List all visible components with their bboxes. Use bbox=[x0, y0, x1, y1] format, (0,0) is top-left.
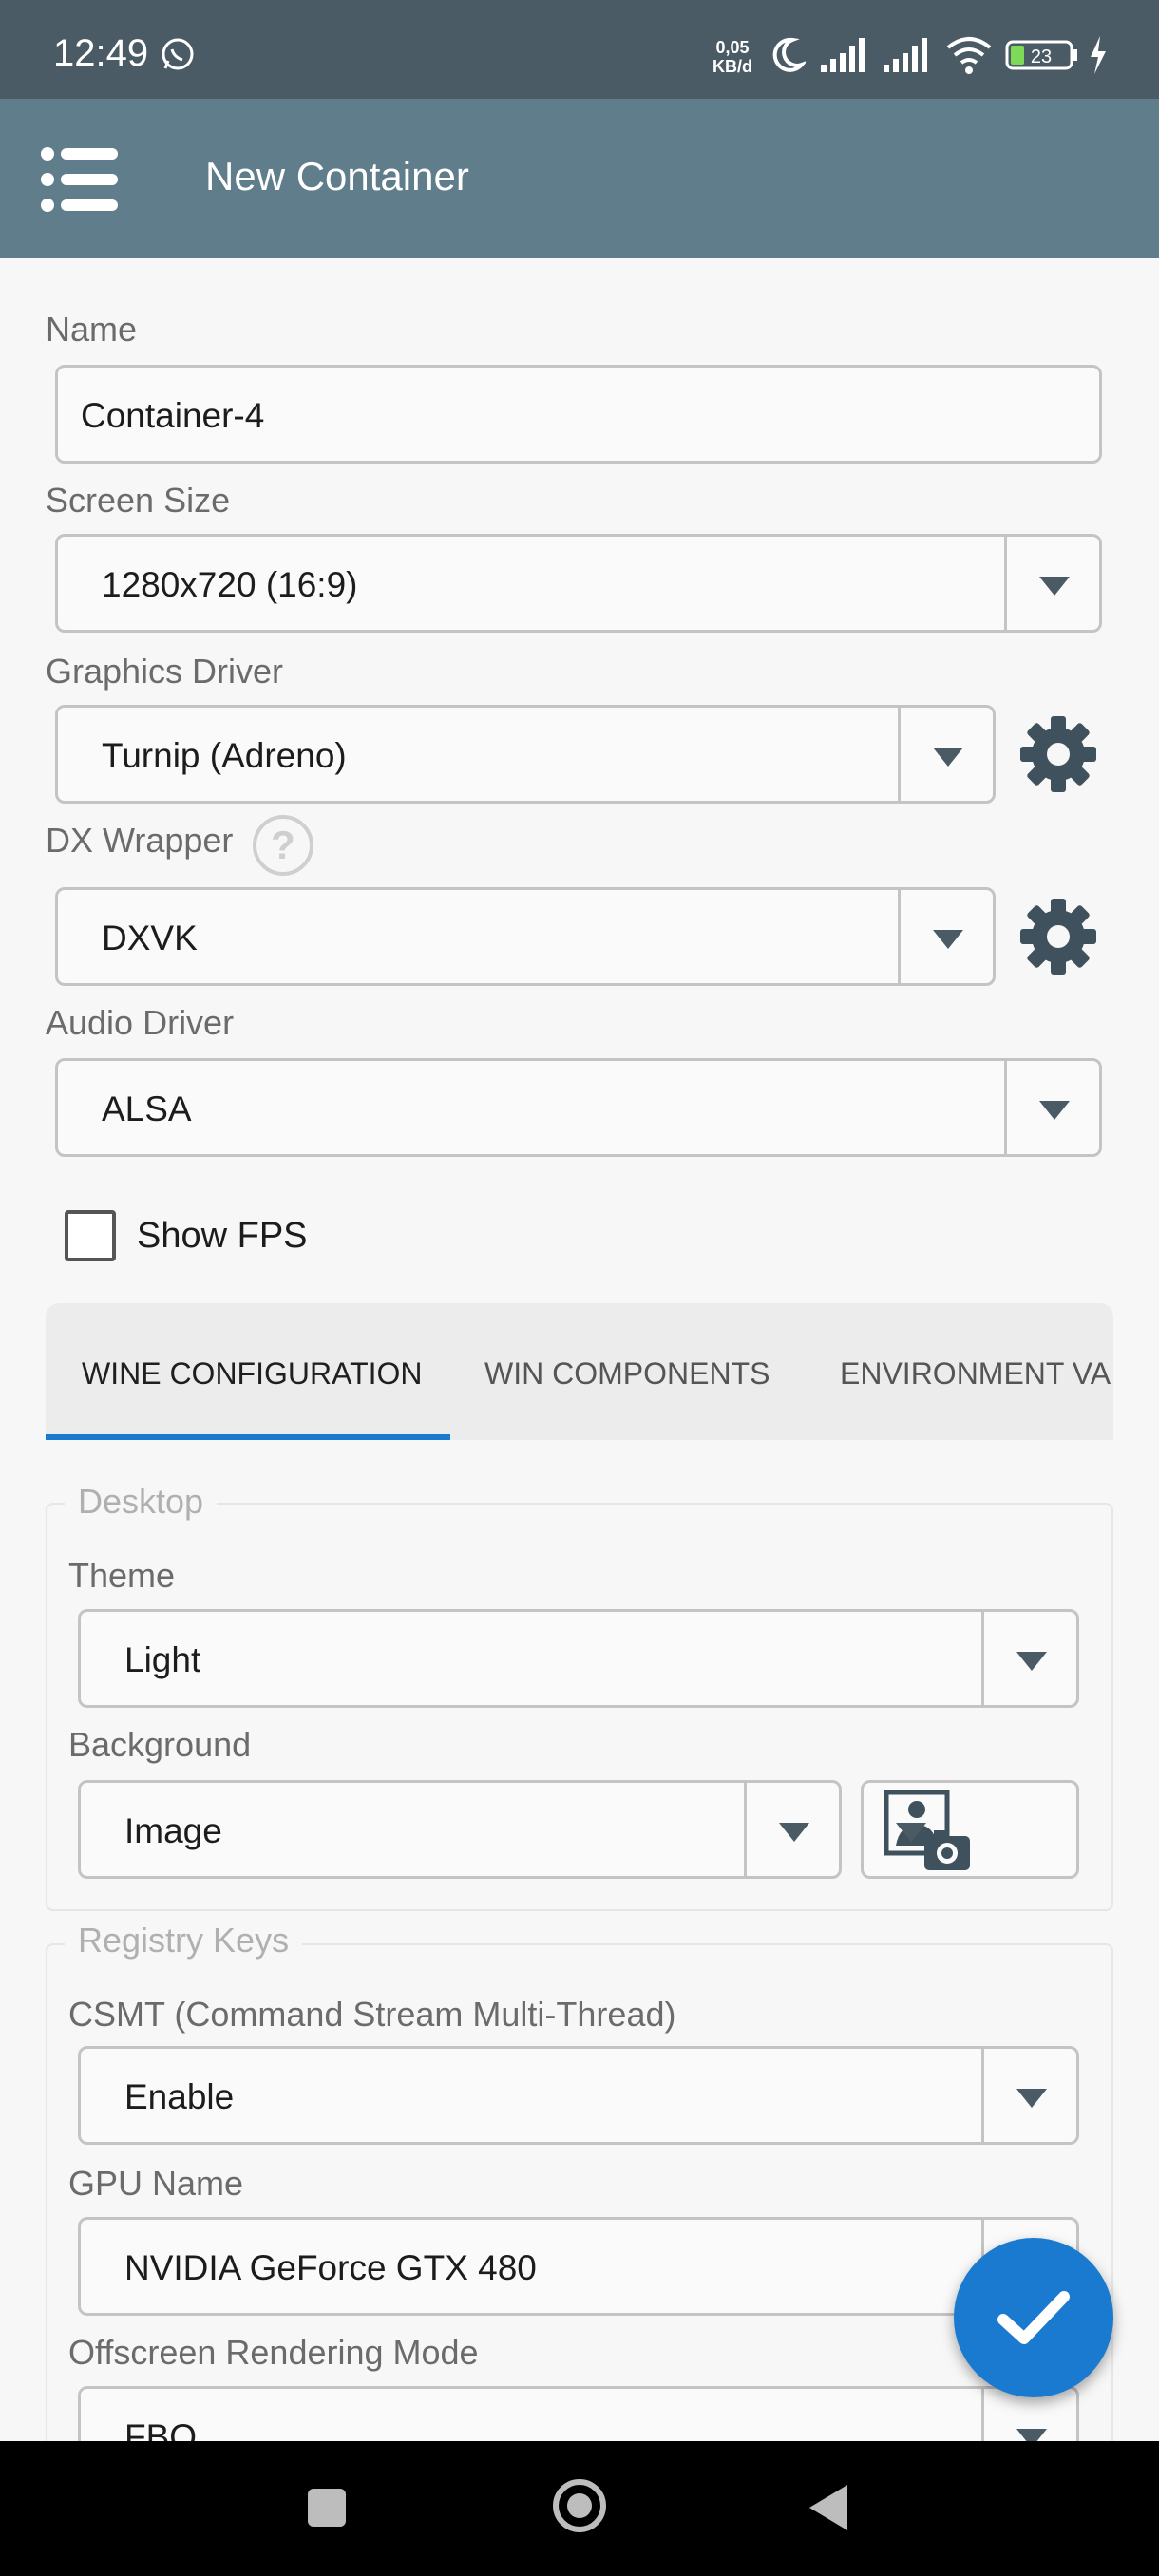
page-title: New Container bbox=[205, 154, 469, 199]
background-value: Image bbox=[124, 1811, 222, 1850]
dropdown-arrow[interactable] bbox=[1004, 1061, 1099, 1154]
gpu-name-dropdown[interactable]: NVIDIA GeForce GTX 480 bbox=[78, 2217, 1079, 2316]
checkmark-icon bbox=[998, 2291, 1070, 2344]
dropdown-arrow[interactable] bbox=[898, 890, 993, 983]
registry-keys-legend: Registry Keys bbox=[65, 1921, 303, 1960]
background-label: Background bbox=[68, 1725, 252, 1764]
chevron-down-icon bbox=[933, 748, 963, 767]
confirm-button[interactable] bbox=[954, 2238, 1113, 2397]
network-rate-unit: KB/d bbox=[712, 57, 752, 76]
help-icon[interactable]: ? bbox=[253, 815, 314, 876]
show-fps-label[interactable]: Show FPS bbox=[137, 1216, 308, 1257]
battery-icon: 23 bbox=[1005, 40, 1077, 70]
signal-icon bbox=[884, 38, 927, 72]
wifi-icon bbox=[946, 37, 992, 74]
dropdown-arrow[interactable] bbox=[744, 1783, 839, 1876]
dropdown-arrow[interactable] bbox=[898, 708, 993, 801]
svg-text:23: 23 bbox=[1031, 47, 1052, 67]
gpu-name-value: NVIDIA GeForce GTX 480 bbox=[124, 2248, 537, 2287]
system-nav-bar bbox=[0, 2441, 1159, 2576]
name-value: Container-4 bbox=[81, 396, 265, 435]
dropdown-arrow[interactable] bbox=[1004, 537, 1099, 630]
chevron-down-icon bbox=[1016, 2089, 1047, 2108]
tab-wine-configuration[interactable]: WINE CONFIGURATION bbox=[82, 1356, 423, 1392]
home-button[interactable] bbox=[553, 2479, 606, 2532]
dx-wrapper-dropdown[interactable]: DXVK bbox=[55, 887, 996, 986]
name-label: Name bbox=[46, 310, 138, 349]
dx-wrapper-label: DX Wrapper bbox=[46, 821, 234, 860]
screen-size-dropdown[interactable]: 1280x720 (16:9) bbox=[55, 534, 1102, 633]
chevron-down-icon bbox=[1039, 1101, 1070, 1120]
whatsapp-icon bbox=[162, 38, 194, 70]
menu-icon[interactable] bbox=[40, 146, 120, 213]
dx-wrapper-value: DXVK bbox=[102, 919, 198, 957]
network-rate: 0,05 KB/d bbox=[712, 38, 752, 76]
graphics-driver-settings-gear-icon[interactable] bbox=[1018, 714, 1098, 794]
charging-icon bbox=[1091, 36, 1106, 74]
back-button[interactable] bbox=[809, 2485, 847, 2530]
offscreen-rendering-label: Offscreen Rendering Mode bbox=[68, 2333, 479, 2372]
screen-size-value: 1280x720 (16:9) bbox=[102, 565, 358, 604]
chevron-down-icon bbox=[933, 930, 963, 949]
csmt-value: Enable bbox=[124, 2077, 235, 2116]
background-image-picker[interactable] bbox=[861, 1780, 1079, 1879]
chevron-down-icon bbox=[896, 1823, 926, 1842]
dropdown-arrow[interactable] bbox=[981, 1612, 1076, 1705]
theme-label: Theme bbox=[68, 1556, 176, 1595]
audio-driver-label: Audio Driver bbox=[46, 1003, 235, 1042]
csmt-dropdown[interactable]: Enable bbox=[78, 2046, 1079, 2145]
tab-environment-variables[interactable]: ENVIRONMENT VA bbox=[840, 1356, 1111, 1392]
tab-win-components[interactable]: WIN COMPONENTS bbox=[484, 1356, 770, 1392]
background-dropdown[interactable]: Image bbox=[78, 1780, 842, 1879]
active-tab-indicator bbox=[46, 1434, 450, 1440]
show-fps-checkbox[interactable] bbox=[65, 1210, 116, 1261]
config-tabs: WINE CONFIGURATION WIN COMPONENTS ENVIRO… bbox=[46, 1303, 1113, 1440]
graphics-driver-dropdown[interactable]: Turnip (Adreno) bbox=[55, 705, 996, 804]
name-input[interactable]: Container-4 bbox=[55, 365, 1102, 464]
recents-button[interactable] bbox=[308, 2489, 346, 2527]
audio-driver-value: ALSA bbox=[102, 1089, 192, 1128]
moon-icon bbox=[772, 37, 806, 72]
chevron-down-icon bbox=[1039, 577, 1070, 596]
desktop-legend: Desktop bbox=[65, 1482, 218, 1522]
network-rate-value: 0,05 bbox=[715, 38, 750, 57]
graphics-driver-label: Graphics Driver bbox=[46, 652, 284, 691]
app-bar: New Container bbox=[0, 99, 1159, 258]
gpu-name-label: GPU Name bbox=[68, 2164, 244, 2203]
theme-dropdown[interactable]: Light bbox=[78, 1609, 1079, 1708]
status-bar: 12:49 0,05 KB/d 23 bbox=[0, 0, 1159, 99]
signal-icon bbox=[821, 38, 864, 72]
csmt-label: CSMT (Command Stream Multi-Thread) bbox=[68, 1995, 676, 2034]
theme-value: Light bbox=[124, 1640, 201, 1679]
graphics-driver-value: Turnip (Adreno) bbox=[102, 736, 347, 775]
dx-wrapper-settings-gear-icon[interactable] bbox=[1018, 897, 1098, 976]
screen-size-label: Screen Size bbox=[46, 481, 231, 520]
audio-driver-dropdown[interactable]: ALSA bbox=[55, 1058, 1102, 1157]
status-time: 12:49 bbox=[53, 32, 149, 74]
chevron-down-icon bbox=[1016, 1652, 1047, 1671]
dropdown-arrow[interactable] bbox=[981, 2049, 1076, 2142]
chevron-down-icon bbox=[779, 1823, 809, 1842]
